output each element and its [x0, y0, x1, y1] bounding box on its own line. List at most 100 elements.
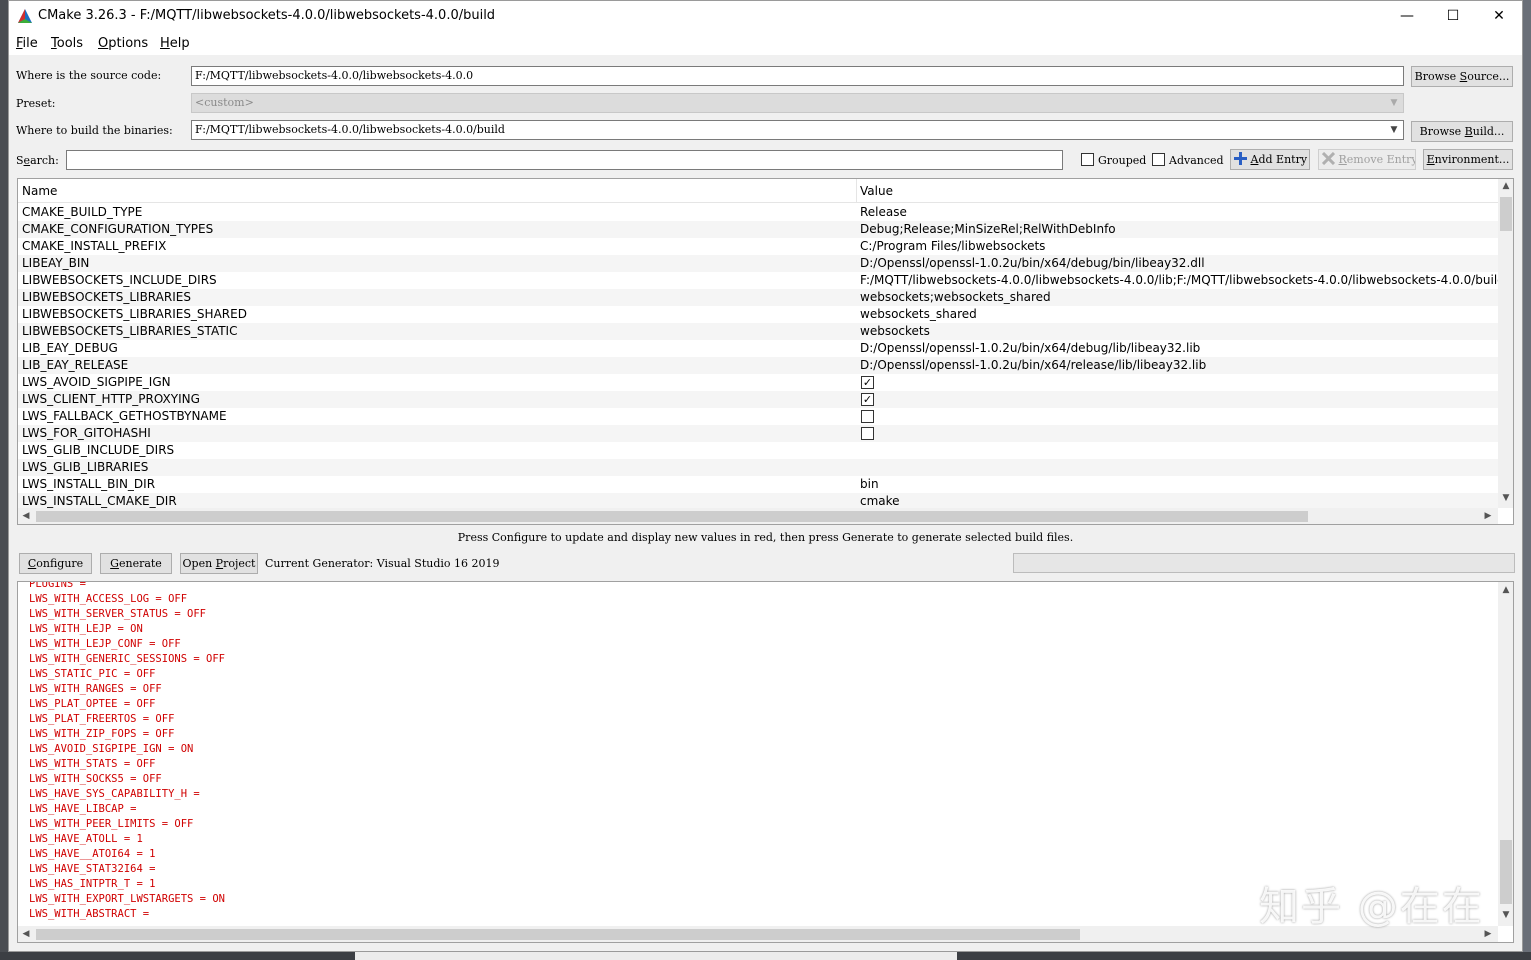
environment-label: nvironment...	[1434, 153, 1510, 166]
table-row[interactable]: CMAKE_BUILD_TYPE Release	[18, 204, 1498, 221]
browse-build-button[interactable]: Browse Build...	[1411, 121, 1513, 142]
watermark: 知乎 @在在	[1259, 884, 1484, 930]
table-row[interactable]: CMAKE_INSTALL_PREFIX C:/Program Files/lib…	[18, 238, 1498, 255]
menu-file[interactable]: File	[16, 36, 38, 51]
table-vertical-scrollbar[interactable]: ▲ ▼	[1498, 179, 1513, 508]
entry-value[interactable]: D:/Openssl/openssl-1.0.2u/bin/x64/debug/…	[860, 340, 1200, 357]
browse-source-button[interactable]: Browse Source...	[1411, 66, 1513, 87]
scroll-left-icon[interactable]: ◀	[18, 511, 34, 521]
scroll-thumb[interactable]	[1500, 840, 1512, 904]
table-row[interactable]: LWS_FOR_GITOHASHI	[18, 425, 1498, 442]
source-path-input[interactable]: F:/MQTT/libwebsockets-4.0.0/libwebsocket…	[191, 66, 1404, 86]
entry-value[interactable]: websockets	[860, 323, 930, 340]
table-row[interactable]: CMAKE_CONFIGURATION_TYPES Debug;Release;M…	[18, 221, 1498, 238]
menu-tools[interactable]: Tools	[51, 36, 83, 51]
scroll-thumb[interactable]	[36, 511, 1308, 522]
output-line: LWS_WITH_EXPORT_LWSTARGETS = ON	[29, 893, 225, 905]
scroll-thumb[interactable]	[36, 929, 1080, 940]
entry-value[interactable]: bin	[860, 476, 879, 493]
entry-value[interactable]: Release	[860, 204, 907, 221]
output-line: LWS_WITH_RANGES = OFF	[29, 683, 162, 695]
entry-name: LIBWEBSOCKETS_LIBRARIES_STATIC	[22, 324, 238, 338]
table-row[interactable]: LWS_INSTALL_BIN_DIR bin	[18, 476, 1498, 493]
entry-value[interactable]: Debug;Release;MinSizeRel;RelWithDebInfo	[860, 221, 1116, 238]
scroll-down-icon[interactable]: ▼	[1498, 493, 1513, 503]
remove-entry-button[interactable]: Remove Entry	[1318, 149, 1416, 170]
menu-tools-label: ools	[56, 36, 84, 51]
output-line: LWS_HAVE_LIBCAP =	[29, 803, 137, 815]
entry-value[interactable]: D:/Openssl/openssl-1.0.2u/bin/x64/debug/…	[860, 255, 1205, 272]
entry-name: CMAKE_BUILD_TYPE	[22, 205, 143, 219]
output-line: LWS_WITH_STATS = OFF	[29, 758, 156, 770]
output-line: LWS_PLAT_FREERTOS = OFF	[29, 713, 175, 725]
grouped-checkbox[interactable]	[1081, 153, 1094, 166]
table-row[interactable]: LWS_FALLBACK_GETHOSTBYNAME	[18, 408, 1498, 425]
checkbox-unchecked-icon[interactable]	[861, 410, 874, 423]
configure-mnemonic: C	[27, 557, 37, 570]
output-vertical-scrollbar[interactable]: ▲ ▼	[1498, 582, 1513, 926]
menu-help[interactable]: Help	[160, 36, 190, 51]
table-row[interactable]: LIBEAY_BIN D:/Openssl/openssl-1.0.2u/bin/…	[18, 255, 1498, 272]
entry-name: LIBWEBSOCKETS_LIBRARIES	[22, 290, 191, 304]
entry-name: LWS_GLIB_LIBRARIES	[22, 460, 149, 474]
table-row[interactable]: LIB_EAY_DEBUG D:/Openssl/openssl-1.0.2u/b…	[18, 340, 1498, 357]
entry-value[interactable]: C:/Program Files/libwebsockets	[860, 238, 1045, 255]
checkbox-unchecked-icon[interactable]	[861, 427, 874, 440]
output-line: LWS_WITH_GENERIC_SESSIONS = OFF	[29, 653, 225, 665]
table-row[interactable]: LIBWEBSOCKETS_LIBRARIES websockets;websoc…	[18, 289, 1498, 306]
scroll-up-icon[interactable]: ▲	[1498, 585, 1513, 595]
open-project-button[interactable]: Open Project	[180, 553, 258, 574]
scroll-up-icon[interactable]: ▲	[1498, 181, 1513, 191]
cmake-logo-icon	[18, 9, 32, 23]
remove-icon	[1321, 151, 1336, 166]
column-header-name[interactable]: Name	[22, 184, 57, 198]
browse-source-label-pre: Browse	[1414, 70, 1460, 83]
output-line: LWS_WITH_PEER_LIMITS = OFF	[29, 818, 194, 830]
table-row[interactable]: LWS_AVOID_SIGPIPE_IGN ✓	[18, 374, 1498, 391]
output-line: LWS_HAVE_STAT32I64 =	[29, 863, 156, 875]
maximize-button[interactable]: ☐	[1430, 1, 1476, 31]
output-line: PLUGINS =	[29, 581, 86, 590]
menu-options[interactable]: Options	[98, 36, 148, 51]
scroll-left-icon[interactable]: ◀	[18, 929, 34, 939]
entry-value[interactable]: websockets_shared	[860, 306, 977, 323]
entry-value[interactable]: websockets;websockets_shared	[860, 289, 1051, 306]
configure-button[interactable]: Configure	[19, 553, 92, 574]
search-input[interactable]	[66, 150, 1063, 170]
table-row[interactable]: LWS_GLIB_LIBRARIES	[18, 459, 1498, 476]
entry-name: LIBEAY_BIN	[22, 256, 90, 270]
scroll-thumb[interactable]	[1500, 197, 1512, 231]
advanced-label: Advanced	[1169, 154, 1224, 167]
entry-value[interactable]: F:/MQTT/libwebsockets-4.0.0/libwebsocket…	[860, 272, 1498, 289]
advanced-checkbox[interactable]	[1152, 153, 1165, 166]
minimize-button[interactable]: —	[1384, 1, 1430, 31]
binaries-path-combo[interactable]: F:/MQTT/libwebsockets-4.0.0/libwebsocket…	[191, 120, 1404, 140]
table-row[interactable]: LWS_GLIB_INCLUDE_DIRS	[18, 442, 1498, 459]
add-entry-button[interactable]: Add Entry	[1230, 149, 1310, 170]
checkbox-checked-icon[interactable]: ✓	[861, 393, 874, 406]
table-horizontal-scrollbar[interactable]: ◀ ▶	[18, 508, 1498, 524]
scroll-right-icon[interactable]: ▶	[1480, 511, 1496, 521]
environment-button[interactable]: Environment...	[1423, 149, 1513, 170]
output-line: LWS_WITH_LEJP_CONF = OFF	[29, 638, 181, 650]
column-header-value[interactable]: Value	[860, 184, 893, 198]
close-button[interactable]: ✕	[1476, 1, 1522, 31]
background-window-fragment	[355, 952, 957, 960]
entry-value[interactable]: D:/Openssl/openssl-1.0.2u/bin/x64/releas…	[860, 357, 1206, 374]
chevron-down-icon[interactable]: ▼	[1387, 121, 1401, 139]
preset-combo: <custom> ▼	[191, 93, 1404, 113]
scroll-down-icon[interactable]: ▼	[1498, 910, 1513, 920]
table-row[interactable]: LIBWEBSOCKETS_LIBRARIES_STATIC websockets	[18, 323, 1498, 340]
table-row[interactable]: LWS_CLIENT_HTTP_PROXYING ✓	[18, 391, 1498, 408]
browse-build-label-pre: Browse	[1419, 125, 1465, 138]
table-row[interactable]: LIBWEBSOCKETS_LIBRARIES_SHARED websockets…	[18, 306, 1498, 323]
open-project-label-post: roject	[223, 557, 256, 570]
output-line: LWS_WITH_SERVER_STATUS = OFF	[29, 608, 207, 620]
table-row[interactable]: LIBWEBSOCKETS_INCLUDE_DIRS F:/MQTT/libweb…	[18, 272, 1498, 289]
desktop-background	[1523, 0, 1531, 960]
checkbox-checked-icon[interactable]: ✓	[861, 376, 874, 389]
remove-entry-mnemonic: R	[1338, 153, 1347, 166]
table-row[interactable]: LIB_EAY_RELEASE D:/Openssl/openssl-1.0.2u…	[18, 357, 1498, 374]
output-line: LWS_STATIC_PIC = OFF	[29, 668, 156, 680]
generate-button[interactable]: Generate	[100, 553, 172, 574]
